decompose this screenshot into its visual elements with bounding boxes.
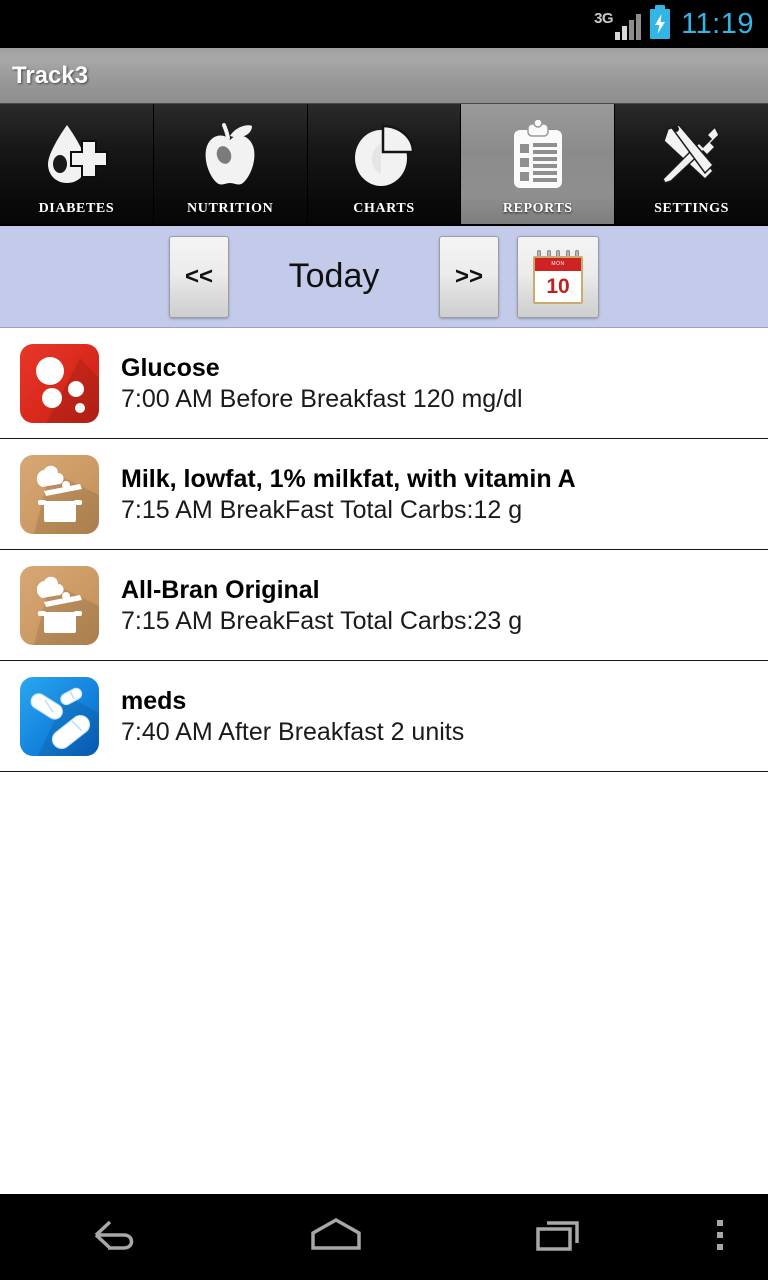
back-icon — [82, 1215, 142, 1260]
clipboard-icon — [461, 104, 614, 201]
list-item-text: Milk, lowfat, 1% milkfat, with vitamin A… — [121, 465, 576, 524]
overflow-menu-button[interactable] — [672, 1215, 768, 1260]
list-item[interactable]: Glucose 7:00 AM Before Breakfast 120 mg/… — [0, 328, 768, 439]
home-button[interactable] — [224, 1215, 448, 1260]
previous-day-button[interactable]: << — [169, 235, 229, 318]
list-item-detail: 7:15 AM BreakFast Total Carbs:23 g — [121, 606, 523, 635]
next-day-button[interactable]: >> — [439, 235, 499, 318]
calendar-icon: MON 10 — [533, 249, 583, 304]
tab-nutrition[interactable]: NUTRITION — [153, 104, 308, 224]
glucose-icon — [20, 343, 99, 423]
tab-label-settings: SETTINGS — [654, 201, 729, 216]
app-title: Track3 — [12, 61, 89, 89]
signal-strength-bars — [615, 10, 642, 40]
list-item-title: All-Bran Original — [121, 575, 320, 604]
network-type-label: 3G — [594, 10, 614, 27]
status-bar: 3G 11:19 — [0, 0, 768, 48]
list-item-text: meds 7:40 AM After Breakfast 2 units — [121, 687, 464, 746]
list-item-detail: 7:40 AM After Breakfast 2 units — [121, 717, 465, 746]
list-item[interactable]: meds 7:40 AM After Breakfast 2 units — [0, 661, 768, 772]
signal-bars-icon: 3G — [594, 8, 642, 40]
calendar-picker-button[interactable]: MON 10 — [517, 235, 599, 318]
pie-chart-icon — [308, 104, 461, 201]
empty-list-area — [0, 772, 768, 1192]
tab-settings[interactable]: SETTINGS — [615, 104, 768, 224]
meds-pills-icon — [20, 676, 99, 756]
tab-charts[interactable]: CHARTS — [307, 104, 462, 224]
report-entry-list: Glucose 7:00 AM Before Breakfast 120 mg/… — [0, 328, 768, 772]
phone-screen: 3G 11:19 Track3 DIABETES NUTRITION CHART… — [0, 0, 768, 1280]
calendar-month-label: MON — [551, 261, 565, 267]
list-item-title: Glucose — [121, 353, 220, 382]
list-item-title: meds — [121, 686, 187, 715]
back-button[interactable] — [0, 1215, 224, 1260]
food-pot-icon — [20, 454, 99, 534]
tab-label-charts: CHARTS — [353, 201, 415, 216]
app-title-bar: Track3 — [0, 48, 768, 104]
recents-button[interactable] — [448, 1215, 672, 1260]
blood-drop-cross-icon — [0, 104, 153, 201]
battery-charging-icon — [650, 4, 671, 39]
calendar-day-label: 10 — [546, 275, 570, 298]
overflow-menu-icon — [714, 1215, 726, 1260]
list-item[interactable]: All-Bran Original 7:15 AM BreakFast Tota… — [0, 550, 768, 661]
tab-diabetes[interactable]: DIABETES — [0, 104, 154, 224]
food-pot-icon — [20, 565, 99, 645]
list-item-detail: 7:15 AM BreakFast Total Carbs:12 g — [121, 495, 523, 524]
apple-icon — [154, 104, 307, 201]
list-item[interactable]: Milk, lowfat, 1% milkfat, with vitamin A… — [0, 439, 768, 550]
recents-icon — [529, 1215, 591, 1260]
list-item-text: All-Bran Original 7:15 AM BreakFast Tota… — [121, 576, 522, 635]
current-date-label: Today — [288, 257, 380, 295]
main-tab-bar: DIABETES NUTRITION CHARTS REPORTS SETTIN… — [0, 104, 768, 226]
tab-label-diabetes: DIABETES — [38, 201, 115, 216]
list-item-detail: 7:00 AM Before Breakfast 120 mg/dl — [121, 384, 523, 413]
date-navigation-bar: << Today >> MON 10 — [0, 226, 768, 328]
tab-label-nutrition: NUTRITION — [187, 201, 274, 216]
status-bar-clock: 11:19 — [681, 7, 754, 40]
system-navigation-bar — [0, 1194, 768, 1280]
tab-reports[interactable]: REPORTS — [461, 104, 616, 224]
home-icon — [305, 1215, 367, 1260]
tab-label-reports: REPORTS — [502, 201, 573, 216]
list-item-title: Milk, lowfat, 1% milkfat, with vitamin A — [121, 464, 576, 493]
list-item-text: Glucose 7:00 AM Before Breakfast 120 mg/… — [121, 354, 523, 413]
tools-wrench-screwdriver-icon — [615, 104, 768, 201]
